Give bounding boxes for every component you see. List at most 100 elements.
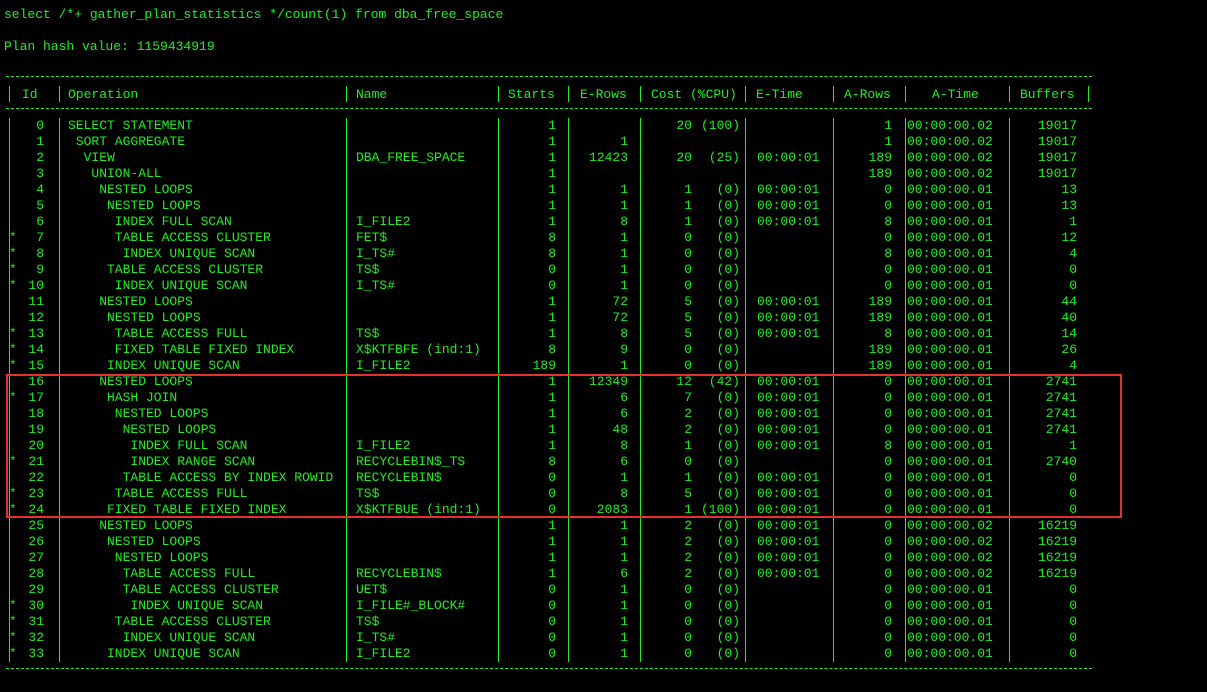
row-atime: 00:00:00.01 — [907, 630, 993, 645]
row-etime: 00:00:01 — [757, 294, 820, 309]
row-etime: 00:00:01 — [757, 518, 820, 533]
row-operation: INDEX UNIQUE SCAN — [107, 358, 240, 373]
row-etime: 00:00:01 — [757, 326, 820, 341]
row-atime: 00:00:00.01 — [907, 262, 993, 277]
header-name: Name — [356, 87, 388, 102]
header-cost: Cost (%CPU) — [651, 87, 737, 102]
plan-row: * 7 TABLE ACCESS CLUSTER FET$ 8 1 0 (0) 0 00:00:0… — [0, 230, 1207, 246]
row-arows: 0 — [884, 230, 892, 245]
row-starts: 1 — [548, 518, 556, 533]
predicate-star: * — [9, 278, 17, 293]
row-cost: 0 — [684, 278, 692, 293]
row-cpu: (25) — [708, 150, 740, 165]
header-etime: E-Time — [756, 87, 803, 102]
row-erows: 1 — [620, 550, 628, 565]
row-erows: 9 — [620, 342, 628, 357]
predicate-star: * — [9, 598, 17, 613]
row-object-name: I_FILE#_BLOCK# — [356, 598, 466, 613]
row-operation: INDEX FULL SCAN — [114, 214, 232, 229]
row-starts: 1 — [548, 294, 556, 309]
row-id: 4 — [36, 182, 44, 197]
row-etime: 00:00:01 — [757, 310, 820, 325]
row-cost: 0 — [684, 646, 692, 661]
column-separator-header — [745, 86, 746, 102]
row-operation: NESTED LOOPS — [107, 534, 201, 549]
row-cost: 5 — [684, 326, 692, 341]
plan-row: 6 INDEX FULL SCAN I_FILE2 1 8 1 (0) 00:00:01 8 00… — [0, 214, 1207, 230]
row-arows: 0 — [884, 198, 892, 213]
row-atime: 00:00:00.01 — [907, 646, 993, 661]
row-erows: 12423 — [588, 150, 628, 165]
plan-row: 11 NESTED LOOPS 1 72 5 (0) 00:00:01 189 00:00:00… — [0, 294, 1207, 310]
row-arows: 0 — [884, 598, 892, 613]
row-erows: 1 — [620, 646, 628, 661]
row-buffers: 0 — [1069, 630, 1077, 645]
plan-row: 27 NESTED LOOPS 1 1 2 (0) 00:00:01 0 00:00:00.02… — [0, 550, 1207, 566]
row-object-name: TS$ — [356, 262, 380, 277]
row-arows: 0 — [884, 278, 892, 293]
column-separator-header — [9, 86, 10, 102]
row-cost: 0 — [684, 614, 692, 629]
predicate-star: * — [9, 358, 17, 373]
row-atime: 00:00:00.01 — [907, 614, 993, 629]
row-id: 33 — [28, 646, 44, 661]
row-arows: 0 — [884, 262, 892, 277]
row-starts: 0 — [548, 630, 556, 645]
plan-hash-line: Plan hash value: 1159434919 — [4, 39, 215, 54]
row-arows: 0 — [884, 630, 892, 645]
row-atime: 00:00:00.02 — [907, 566, 993, 581]
row-atime: 00:00:00.01 — [907, 198, 993, 213]
row-object-name: FET$ — [356, 230, 388, 245]
row-arows: 0 — [884, 182, 892, 197]
plan-row: 25 NESTED LOOPS 1 1 2 (0) 00:00:01 0 00:00:00.02… — [0, 518, 1207, 534]
row-cpu: (0) — [716, 614, 740, 629]
row-operation: VIEW — [83, 150, 115, 165]
row-cpu: (0) — [716, 214, 740, 229]
row-cost: 0 — [684, 262, 692, 277]
row-starts: 1 — [548, 198, 556, 213]
predicate-star: * — [9, 230, 17, 245]
row-cost: 5 — [684, 310, 692, 325]
row-atime: 00:00:00.02 — [907, 150, 993, 165]
row-operation: INDEX UNIQUE SCAN — [114, 278, 248, 293]
row-buffers: 1 — [1069, 214, 1077, 229]
row-atime: 00:00:00.01 — [907, 310, 993, 325]
row-arows: 189 — [868, 342, 892, 357]
predicate-star: * — [9, 246, 17, 261]
row-arows: 189 — [868, 150, 892, 165]
row-cpu: (0) — [716, 534, 740, 549]
column-separator-header — [346, 86, 347, 102]
row-operation: FIXED TABLE FIXED INDEX — [114, 342, 295, 357]
row-erows: 8 — [620, 214, 628, 229]
row-arows: 1 — [884, 118, 892, 133]
row-starts: 8 — [548, 230, 556, 245]
row-etime: 00:00:01 — [757, 214, 820, 229]
row-cost: 2 — [684, 534, 692, 549]
column-separator-header — [640, 86, 641, 102]
row-starts: 1 — [548, 182, 556, 197]
row-erows: 1 — [620, 198, 628, 213]
row-object-name: I_FILE2 — [356, 214, 411, 229]
row-id: 1 — [36, 134, 44, 149]
row-atime: 00:00:00.01 — [907, 358, 993, 373]
row-cpu: (0) — [716, 518, 740, 533]
row-arows: 0 — [884, 646, 892, 661]
predicate-star: * — [9, 342, 17, 357]
sql-terminal[interactable]: select /*+ gather_plan_statistics */coun… — [0, 0, 1207, 692]
row-buffers: 0 — [1069, 614, 1077, 629]
row-id: 31 — [28, 614, 44, 629]
row-operation: INDEX UNIQUE SCAN — [122, 630, 256, 645]
plan-row: 1 SORT AGGREGATE 1 1 1 00:00:00.02 19017 — [0, 134, 1207, 150]
row-atime: 00:00:00.01 — [907, 294, 993, 309]
row-erows: 1 — [620, 230, 628, 245]
row-erows: 1 — [620, 534, 628, 549]
row-id: 30 — [28, 598, 44, 613]
row-starts: 1 — [548, 134, 556, 149]
row-erows: 72 — [612, 310, 628, 325]
row-cpu: (0) — [716, 598, 740, 613]
row-id: 13 — [28, 326, 44, 341]
row-starts: 1 — [548, 150, 556, 165]
row-erows: 8 — [620, 326, 628, 341]
row-buffers: 14 — [1061, 326, 1077, 341]
row-atime: 00:00:00.01 — [907, 278, 993, 293]
